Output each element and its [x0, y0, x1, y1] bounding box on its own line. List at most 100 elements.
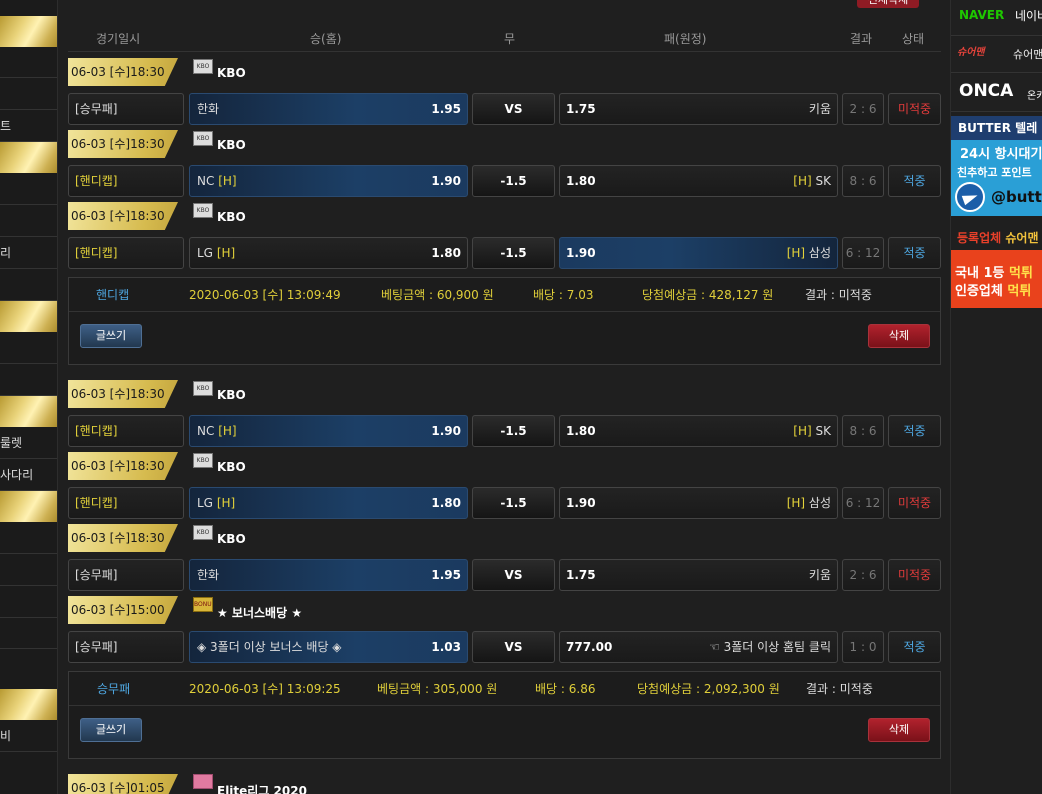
delete-bet-button[interactable]: 삭제 — [868, 718, 930, 742]
league-logo-icon: BONUS — [193, 597, 213, 612]
sidebar-menu-item[interactable] — [0, 555, 57, 586]
away-team-label: 키움 — [809, 560, 831, 590]
home-team-name: 한화 — [197, 102, 220, 116]
ad-onca-brand: ONCA — [959, 81, 1014, 101]
sidebar-menu-item[interactable] — [0, 365, 57, 396]
home-odds-button[interactable]: NC [H] 1.90 — [189, 415, 468, 447]
league-name: KBO — [217, 66, 246, 80]
score-cell: 1 : 0 — [842, 631, 884, 663]
away-team-name: SK — [815, 174, 832, 188]
away-team-label: [H] SK — [793, 416, 831, 446]
sidebar-menu-item[interactable] — [0, 333, 57, 364]
away-team-name: 키움 — [808, 102, 831, 116]
sidebar-menu-item[interactable] — [0, 47, 57, 78]
league-name: KBO — [217, 460, 246, 474]
summary-datetime: 2020-06-03 [수] 13:09:25 — [189, 682, 341, 696]
ad-butter-banner[interactable]: BUTTER 텔레 24시 항시대기 친추하고 포인트 @butt — [951, 116, 1042, 216]
away-odds-button[interactable]: 777.00 ☜ 3폴더 이상 홈팀 클릭 — [559, 631, 838, 663]
telegram-icon — [955, 182, 985, 212]
home-handicap-mark: [H] — [216, 246, 236, 260]
bet-summary-box: 핸디캡 2020-06-03 [수] 13:09:49 베팅금액 : 60,900 … — [68, 277, 941, 365]
sidebar-menu-item[interactable] — [0, 79, 57, 110]
away-odds-button[interactable]: 1.75 키움 — [559, 559, 838, 591]
draw-odds-button[interactable]: VS — [472, 559, 555, 591]
status-cell: 미적중 — [888, 487, 941, 519]
sidebar-menu-item[interactable]: 룰렛 — [0, 428, 57, 459]
sidebar-menu-item[interactable] — [0, 587, 57, 618]
home-odds-button[interactable]: 한화 1.95 — [189, 93, 468, 125]
game-date-tag: 06-03 [수]18:30 — [68, 58, 178, 86]
home-team-name: ◈ 3폴더 이상 보너스 배당 ◈ — [197, 640, 342, 654]
sidebar-menu-item[interactable] — [0, 689, 57, 720]
sidebar-menu-item[interactable]: 트 — [0, 111, 57, 142]
draw-odds-button[interactable]: -1.5 — [472, 237, 555, 269]
league-logo-icon: KBO — [193, 203, 213, 218]
home-odds-button[interactable]: NC [H] 1.90 — [189, 165, 468, 197]
away-odds-button[interactable]: 1.75 키움 — [559, 93, 838, 125]
table-header: 경기일시 승(홈) 무 패(원정) 결과 상태 — [68, 26, 941, 52]
away-odd: 1.80 — [566, 174, 596, 188]
ad-registered-title: 등록업체 슈어맨 — [951, 226, 1042, 250]
draw-odds-button[interactable]: -1.5 — [472, 415, 555, 447]
bet-type-cell: [핸디캡] — [68, 237, 184, 269]
away-team-label: ☜ 3폴더 이상 홈팀 클릭 — [709, 632, 831, 662]
ad-onca-banner[interactable]: ONCA 온카 — [951, 74, 1042, 112]
away-odds-button[interactable]: 1.90 [H] 삼성 — [559, 237, 838, 269]
home-team-name: LG — [197, 496, 213, 510]
sidebar-menu-item[interactable] — [0, 396, 57, 427]
sidebar-menu-item[interactable] — [0, 206, 57, 237]
home-odds-button[interactable]: LG [H] 1.80 — [189, 487, 468, 519]
draw-odds-button[interactable]: VS — [472, 93, 555, 125]
write-post-button[interactable]: 글쓰기 — [80, 324, 142, 348]
sidebar-menu-item[interactable] — [0, 491, 57, 522]
sidebar-menu-item[interactable] — [0, 16, 57, 47]
draw-odds-button[interactable]: -1.5 — [472, 487, 555, 519]
sidebar-menu-item[interactable] — [0, 270, 57, 301]
away-handicap-mark: [H] — [793, 424, 812, 438]
sidebar-menu-item[interactable] — [0, 618, 57, 649]
summary-type: 핸디캡 — [96, 288, 130, 302]
game-date-tag: 06-03 [수]18:30 — [68, 452, 178, 480]
draw-odds-button[interactable]: VS — [472, 631, 555, 663]
header-draw: 무 — [504, 32, 516, 46]
home-odds-button[interactable]: 한화 1.95 — [189, 559, 468, 591]
draw-odds-button[interactable]: -1.5 — [472, 165, 555, 197]
ad-registered-banner[interactable]: 등록업체 슈어맨 국내 1등 먹튀 인증업체 먹튀 — [951, 226, 1042, 308]
away-odds-button[interactable]: 1.90 [H] 삼성 — [559, 487, 838, 519]
status-cell: 적중 — [888, 237, 941, 269]
sidebar-menu-item[interactable]: 사다리 — [0, 460, 57, 491]
ad-sure-banner[interactable]: 슈어맨 슈어맨 — [951, 37, 1042, 73]
sidebar-menu-item[interactable] — [0, 174, 57, 205]
home-odds-button[interactable]: ◈ 3폴더 이상 보너스 배당 ◈ 1.03 — [189, 631, 468, 663]
away-team-name: SK — [815, 424, 832, 438]
ad-registered-line2-b: 먹튀 — [1007, 284, 1032, 299]
away-odds-button[interactable]: 1.80 [H] SK — [559, 415, 838, 447]
left-sidebar: 트리룰렛 사다리비 — [0, 0, 58, 794]
ad-onca-text: 온카 — [1027, 91, 1042, 102]
sidebar-menu-item[interactable] — [0, 301, 57, 332]
right-ad-column: NAVER 네이버 슈어맨 슈어맨 ONCA 온카 BUTTER 텔레 24시 … — [950, 0, 1042, 794]
home-odds-button[interactable]: LG [H] 1.80 — [189, 237, 468, 269]
ad-registered-title-accent: 슈어맨 — [1005, 231, 1039, 245]
away-odds-button[interactable]: 1.80 [H] SK — [559, 165, 838, 197]
summary-result: 결과 : 미적중 — [806, 682, 873, 696]
score-cell: 8 : 6 — [842, 165, 884, 197]
sidebar-menu-item[interactable] — [0, 142, 57, 173]
sidebar-menu-item[interactable]: 리 — [0, 238, 57, 269]
ad-naver-banner[interactable]: NAVER 네이버 — [951, 0, 1042, 36]
league-logo-icon: KBO — [193, 453, 213, 468]
home-odd: 1.90 — [431, 424, 461, 438]
status-cell: 적중 — [888, 165, 941, 197]
delete-bet-button[interactable]: 삭제 — [868, 324, 930, 348]
write-post-button[interactable]: 글쓰기 — [80, 718, 142, 742]
bet-type-cell: [핸디캡] — [68, 415, 184, 447]
delete-all-button[interactable]: 전체삭제 — [857, 0, 919, 8]
summary-odds: 배당 : 7.03 — [533, 288, 594, 302]
home-team-name: NC — [197, 174, 215, 188]
away-team-label: 키움 — [809, 94, 831, 124]
league-logo-icon: KBO — [193, 131, 213, 146]
sidebar-menu-item[interactable] — [0, 523, 57, 554]
sidebar-menu-item[interactable]: 비 — [0, 721, 57, 752]
home-odd: 1.95 — [431, 102, 461, 116]
away-odd: 777.00 — [566, 640, 613, 654]
